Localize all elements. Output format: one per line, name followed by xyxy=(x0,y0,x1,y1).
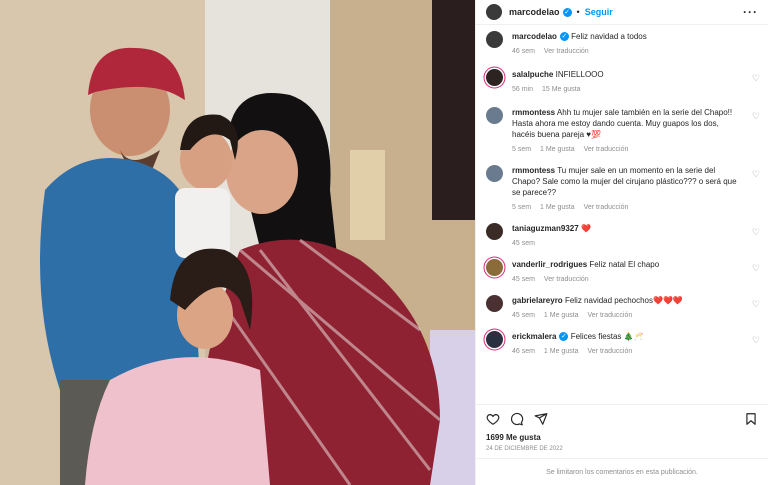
comment-text: INFIELLOOO xyxy=(555,70,604,79)
verified-badge-icon: ✓ xyxy=(559,332,569,342)
caption-time: 46 sem xyxy=(512,48,535,55)
comment-icon[interactable] xyxy=(510,412,524,426)
comment-body: rmmontess Ahh tu mujer sale también en l… xyxy=(512,107,758,155)
comment-item: taniaguzman9327 ❤️ 45 sem ♡ xyxy=(486,223,760,249)
caption-body: marcodelao ✓ Feliz navidad a todos 46 sem… xyxy=(512,31,758,57)
comment-translate-link[interactable]: Ver traducción xyxy=(584,146,629,153)
comment-body: erickmalera ✓ Felices fiestas 🎄🥂 46 sem 1… xyxy=(512,331,758,357)
caption-username[interactable]: marcodelao xyxy=(512,32,557,41)
comment-likes[interactable]: 15 Me gusta xyxy=(542,86,581,93)
likes-count[interactable]: 1699 Me gusta xyxy=(476,433,768,444)
caption-meta: 46 sem Ver traducción xyxy=(512,46,742,57)
comment-meta: 56 min 15 Me gusta xyxy=(512,84,742,95)
comment-avatar[interactable] xyxy=(486,223,503,240)
comment-body: vanderlir_rodrigues Feliz natal El chapo… xyxy=(512,259,758,285)
comment-meta: 45 sem Ver traducción xyxy=(512,274,742,285)
like-comment-heart-icon[interactable]: ♡ xyxy=(752,227,760,238)
comment-time: 45 sem xyxy=(512,276,535,283)
comment-body: salalpuche INFIELLOOO 56 min 15 Me gusta xyxy=(512,69,758,95)
comments-list[interactable]: marcodelao ✓ Feliz navidad a todos 46 sem… xyxy=(476,25,768,404)
girl1-shirt xyxy=(175,188,230,258)
author-avatar[interactable] xyxy=(486,4,502,20)
like-comment-heart-icon[interactable]: ♡ xyxy=(752,169,760,180)
comment-text: ❤️ xyxy=(580,224,591,233)
comment-item: gabrielareyro Feliz navidad pechochos❤️❤… xyxy=(486,295,760,321)
comment-username[interactable]: gabrielareyro xyxy=(512,296,563,305)
comment-avatar[interactable] xyxy=(486,69,503,86)
comment-avatar[interactable] xyxy=(486,331,503,348)
instagram-post: marcodelao ✓ • Seguir ··· marcodelao ✓ Fe… xyxy=(0,0,768,485)
caption-translate-link[interactable]: Ver traducción xyxy=(544,48,589,55)
comment-item: rmmontess Tu mujer sale en un momento en… xyxy=(486,165,760,213)
comment-translate-link[interactable]: Ver traducción xyxy=(588,348,633,355)
comment-avatar[interactable] xyxy=(486,259,503,276)
comment-username[interactable]: rmmontess xyxy=(512,166,555,175)
post-photo[interactable] xyxy=(0,0,475,485)
heart-icon[interactable] xyxy=(486,412,500,426)
comment-translate-link[interactable]: Ver traducción xyxy=(584,204,629,211)
comment-username[interactable]: vanderlir_rodrigues xyxy=(512,260,587,269)
like-comment-heart-icon[interactable]: ♡ xyxy=(752,263,760,274)
verified-badge-icon: ✓ xyxy=(562,7,572,17)
post-date: 24 de diciembre de 2022 xyxy=(486,446,563,452)
author-username[interactable]: marcodelao xyxy=(509,7,560,17)
like-comment-heart-icon[interactable]: ♡ xyxy=(752,73,760,84)
comments-limited-notice: Se limitaron los comentarios en esta pub… xyxy=(476,458,768,485)
comment-body: taniaguzman9327 ❤️ 45 sem xyxy=(512,223,758,249)
comment-item: erickmalera ✓ Felices fiestas 🎄🥂 46 sem 1… xyxy=(486,331,760,357)
family-photo-illustration xyxy=(0,0,475,485)
caption: marcodelao ✓ Feliz navidad a todos 46 sem… xyxy=(486,31,758,57)
comment-likes[interactable]: 1 Me gusta xyxy=(544,348,579,355)
comment-time: 56 min xyxy=(512,86,534,93)
comment-username[interactable]: erickmalera xyxy=(512,332,556,341)
like-comment-heart-icon[interactable]: ♡ xyxy=(752,299,760,310)
tv-screen xyxy=(432,0,475,220)
comment-text: Feliz navidad pechochos❤️❤️❤️ xyxy=(564,296,683,305)
comment-meta: 5 sem 1 Me gusta Ver traducción xyxy=(512,202,742,213)
separator-dot: • xyxy=(576,7,580,17)
bookmark-icon[interactable] xyxy=(744,412,758,426)
like-comment-heart-icon[interactable]: ♡ xyxy=(752,335,760,346)
comment-time: 45 sem xyxy=(512,240,535,247)
comment-body: gabrielareyro Feliz navidad pechochos❤️❤… xyxy=(512,295,758,321)
action-bar xyxy=(476,404,768,433)
comment-time: 5 sem xyxy=(512,146,532,153)
comment-translate-link[interactable]: Ver traducción xyxy=(588,312,633,319)
comment-item: vanderlir_rodrigues Feliz natal El chapo… xyxy=(486,259,760,285)
comment-meta: 5 sem 1 Me gusta Ver traducción xyxy=(512,144,742,155)
comment-avatar[interactable] xyxy=(486,107,503,124)
comment-meta: 45 sem xyxy=(512,238,742,249)
comment-likes[interactable]: 1 Me gusta xyxy=(544,312,579,319)
comment-username[interactable]: taniaguzman9327 xyxy=(512,224,579,233)
share-icon[interactable] xyxy=(534,412,548,426)
caption-avatar[interactable] xyxy=(486,31,503,48)
comment-likes[interactable]: 1 Me gusta xyxy=(540,146,575,153)
comment-username[interactable]: rmmontess xyxy=(512,108,555,117)
comment-text: Felices fiestas 🎄🥂 xyxy=(570,332,644,341)
comment-time: 46 sem xyxy=(512,348,535,355)
comment-username[interactable]: salalpuche xyxy=(512,70,553,79)
comment-translate-link[interactable]: Ver traducción xyxy=(544,276,589,283)
comment-meta: 45 sem 1 Me gusta Ver traducción xyxy=(512,310,742,321)
comment-likes[interactable]: 1 Me gusta xyxy=(540,204,575,211)
comment-item: salalpuche INFIELLOOO 56 min 15 Me gusta… xyxy=(486,69,760,95)
comment-avatar[interactable] xyxy=(486,295,503,312)
comment-time: 45 sem xyxy=(512,312,535,319)
shelf xyxy=(350,150,385,240)
more-options-icon[interactable]: ··· xyxy=(743,5,758,19)
comment-meta: 46 sem 1 Me gusta Ver traducción xyxy=(512,346,742,357)
verified-badge-icon: ✓ xyxy=(559,32,569,42)
follow-button[interactable]: Seguir xyxy=(585,7,613,17)
comment-item: rmmontess Ahh tu mujer sale también en l… xyxy=(486,107,760,155)
comment-body: rmmontess Tu mujer sale en un momento en… xyxy=(512,165,758,213)
like-comment-heart-icon[interactable]: ♡ xyxy=(752,111,760,122)
post-sidebar: marcodelao ✓ • Seguir ··· marcodelao ✓ Fe… xyxy=(475,0,768,485)
comment-time: 5 sem xyxy=(512,204,532,211)
comment-text: Feliz natal El chapo xyxy=(589,260,660,269)
comment-avatar[interactable] xyxy=(486,165,503,182)
caption-text: Feliz navidad a todos xyxy=(571,32,647,41)
post-header: marcodelao ✓ • Seguir ··· xyxy=(476,0,768,25)
